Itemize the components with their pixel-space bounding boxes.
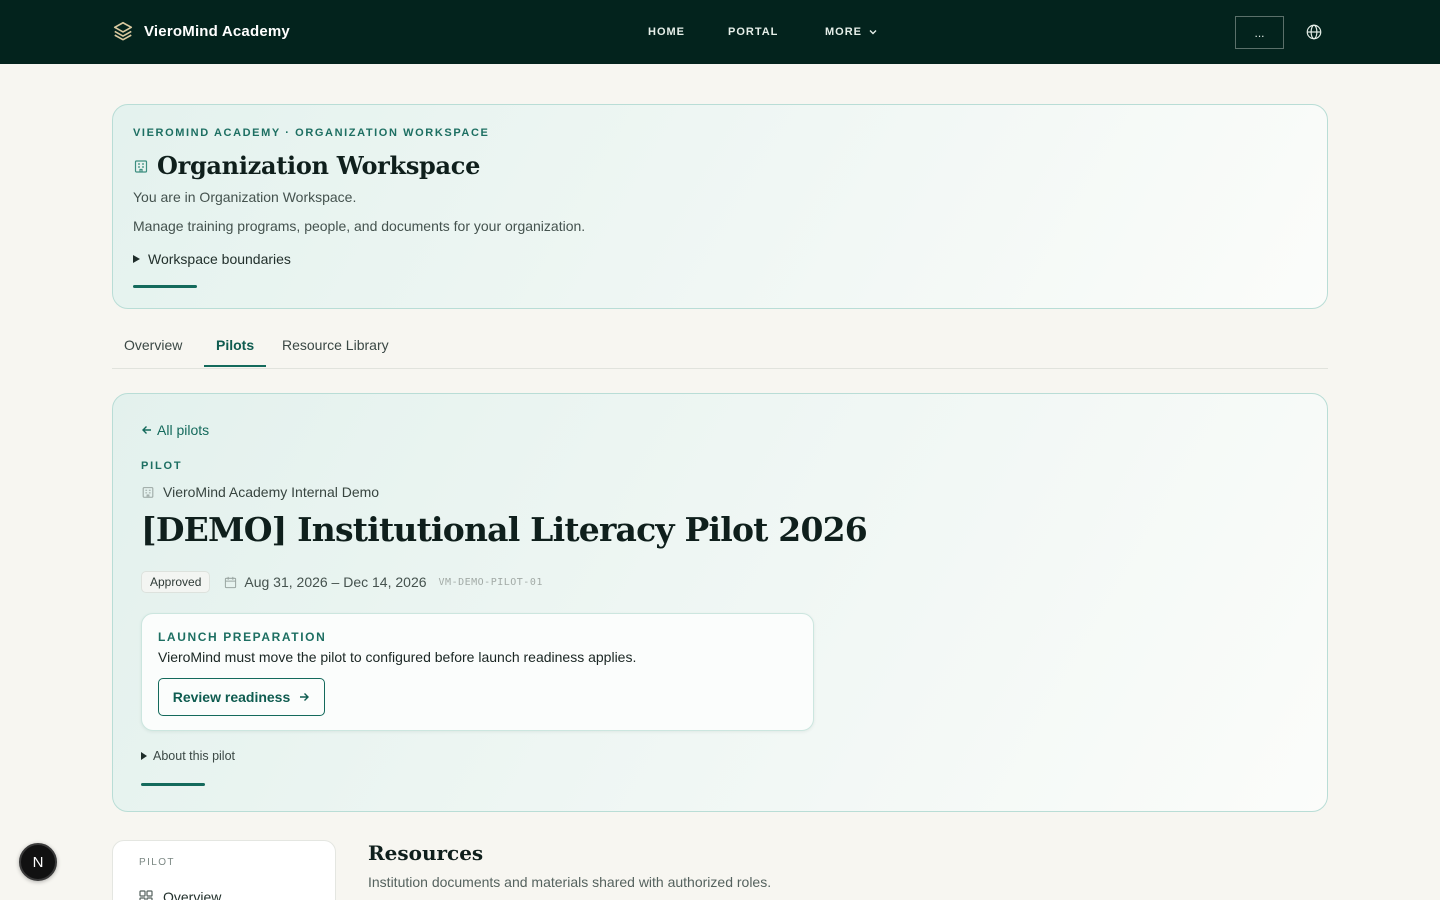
about-pilot-label: About this pilot	[153, 749, 235, 763]
all-pilots-link[interactable]: All pilots	[141, 422, 209, 438]
workspace-boundaries-toggle[interactable]: Workspace boundaries	[133, 251, 291, 267]
chevron-down-icon	[869, 30, 877, 35]
pilot-sidebar: PILOT Overview	[112, 840, 336, 900]
sidebar-item-label: Overview	[163, 889, 222, 900]
arrow-left-icon	[142, 426, 151, 434]
pilot-title: [DEMO] Institutional Literacy Pilot 2026	[141, 510, 868, 549]
pilot-code: VM-DEMO-PILOT-01	[438, 576, 543, 588]
building-icon	[142, 487, 154, 498]
tab-resource-library[interactable]: Resource Library	[282, 337, 389, 353]
brand-name: VieroMind Academy	[144, 22, 290, 40]
launch-eyebrow: LAUNCH PREPARATION	[158, 630, 327, 644]
all-pilots-label: All pilots	[157, 422, 210, 438]
workspace-boundaries-label: Workspace boundaries	[148, 251, 291, 267]
accent-bar	[133, 285, 197, 288]
about-pilot-toggle[interactable]: About this pilot	[141, 749, 235, 763]
user-menu-button[interactable]: ...	[1235, 16, 1284, 49]
tab-pilots[interactable]: Pilots	[216, 337, 254, 353]
pilot-organization: VieroMind Academy Internal Demo	[141, 484, 379, 500]
resources-title: Resources	[368, 841, 484, 865]
tab-overview[interactable]: Overview	[124, 337, 182, 353]
review-readiness-button[interactable]: Review readiness	[158, 678, 325, 716]
nav-more-label: MORE	[825, 26, 862, 38]
sidebar-item-overview[interactable]: Overview	[139, 889, 221, 900]
arrow-right-icon	[300, 693, 310, 701]
workspace-context-text: You are in Organization Workspace.	[133, 189, 357, 205]
launch-preparation-panel: LAUNCH PREPARATION VieroMind must move t…	[141, 613, 814, 731]
organization-name: VieroMind Academy Internal Demo	[163, 484, 380, 500]
disclosure-triangle-icon	[141, 752, 147, 760]
workspace-title-row: Organization Workspace	[133, 151, 480, 180]
nav-portal[interactable]: PORTAL	[728, 26, 778, 38]
grid-icon	[139, 890, 153, 900]
active-tab-indicator	[204, 365, 266, 367]
brand-link[interactable]: VieroMind Academy	[112, 20, 290, 42]
pilot-eyebrow: PILOT	[141, 460, 183, 472]
top-navbar: VieroMind Academy HOME PORTAL MORE ...	[0, 0, 1440, 64]
review-readiness-label: Review readiness	[172, 689, 291, 705]
globe-icon[interactable]	[1305, 23, 1323, 41]
building-icon	[134, 159, 148, 173]
pilot-header-card: All pilots PILOT VieroMind Academy Inter…	[112, 393, 1328, 812]
workspace-banner: VIEROMIND ACADEMY · ORGANIZATION WORKSPA…	[112, 104, 1328, 309]
status-badge: Approved	[141, 571, 211, 593]
layers-icon	[113, 21, 133, 41]
page-title: Organization Workspace	[157, 151, 481, 180]
pilot-meta: Approved Aug 31, 2026 – Dec 14, 2026 VM-…	[141, 571, 543, 593]
calendar-icon	[225, 576, 237, 588]
workspace-eyebrow: VIEROMIND ACADEMY · ORGANIZATION WORKSPA…	[133, 127, 490, 139]
accent-bar	[141, 783, 205, 786]
launch-message: VieroMind must move the pilot to configu…	[158, 649, 637, 665]
workspace-description: Manage training programs, people, and do…	[133, 218, 586, 234]
sidebar-section-label: PILOT	[139, 857, 175, 868]
dev-tools-button[interactable]: N	[19, 843, 57, 881]
disclosure-triangle-icon	[133, 255, 140, 263]
resources-subtitle: Institution documents and materials shar…	[368, 874, 772, 890]
nav-home[interactable]: HOME	[648, 26, 685, 38]
nav-more[interactable]: MORE	[825, 26, 878, 38]
workspace-tabs: Overview Pilots Resource Library	[112, 325, 1328, 369]
pilot-dates: Aug 31, 2026 – Dec 14, 2026	[244, 574, 427, 590]
